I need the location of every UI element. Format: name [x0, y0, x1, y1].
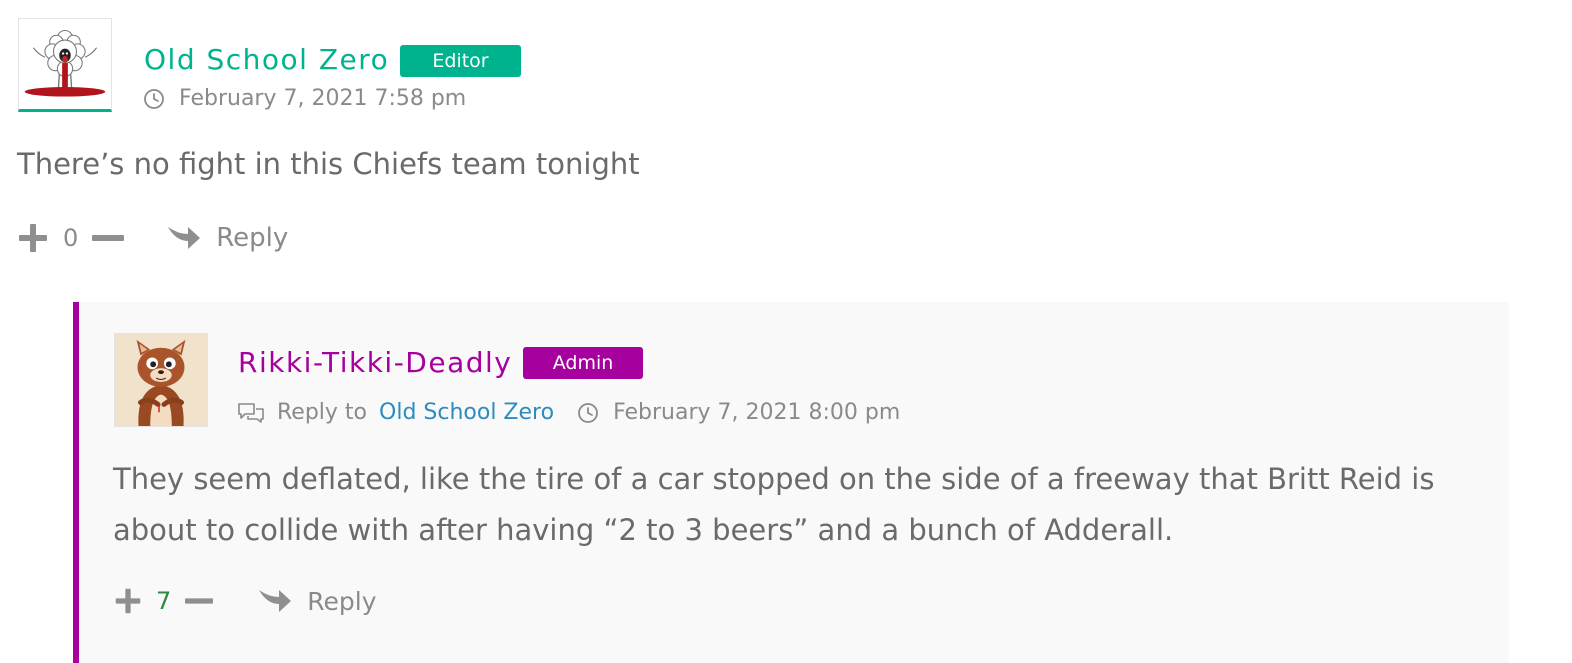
avatar[interactable]	[18, 18, 112, 112]
clock-icon	[576, 401, 600, 425]
reply-author[interactable]: Rikki-Tikki-Deadly	[238, 347, 512, 379]
reply-label: Reply	[216, 223, 289, 253]
minus-icon[interactable]	[92, 222, 125, 254]
reply-arrow-icon	[166, 223, 202, 253]
vote-count: 0	[63, 224, 79, 252]
reply-to-author-link[interactable]: Old School Zero	[379, 399, 554, 427]
plus-icon[interactable]	[17, 222, 49, 254]
vote-bar: 7 Reply	[114, 581, 377, 621]
avatar[interactable]	[114, 333, 208, 427]
role-badge-admin: Admin	[523, 347, 643, 379]
sheep-cartoon-avatar-icon	[20, 19, 110, 109]
reply-button[interactable]: Reply	[257, 586, 377, 616]
vote-count: 7	[156, 587, 172, 615]
comment-author[interactable]: Old School Zero	[144, 44, 389, 76]
reply-text: They seem deflated, like the tire of a c…	[113, 462, 1435, 547]
reply-timestamp[interactable]: February 7, 2021 8:00 pm	[613, 399, 900, 427]
comment-meta: February 7, 2021 7:58 pm	[142, 85, 466, 113]
comment-timestamp[interactable]: February 7, 2021 7:58 pm	[179, 85, 466, 113]
reply-to-label: Reply to	[277, 400, 368, 425]
reply-arrow-icon	[257, 586, 293, 616]
comment-text: There’s no fight in this Chiefs team ton…	[17, 147, 640, 181]
minus-icon[interactable]	[185, 587, 214, 615]
comment-thread: Old School Zero Editor February 7, 2021 …	[0, 0, 1572, 663]
chat-bubbles-icon	[237, 401, 265, 425]
reply-meta: Reply to Old School Zero February 7, 202…	[237, 399, 900, 427]
reply-label: Reply	[307, 586, 377, 616]
vote-bar: 0 Reply	[17, 218, 288, 258]
role-badge-editor: Editor	[400, 45, 521, 77]
clock-icon	[142, 87, 166, 111]
mongoose-cartoon-avatar-icon	[115, 334, 207, 426]
plus-icon[interactable]	[114, 587, 142, 615]
reply-button[interactable]: Reply	[166, 223, 288, 253]
